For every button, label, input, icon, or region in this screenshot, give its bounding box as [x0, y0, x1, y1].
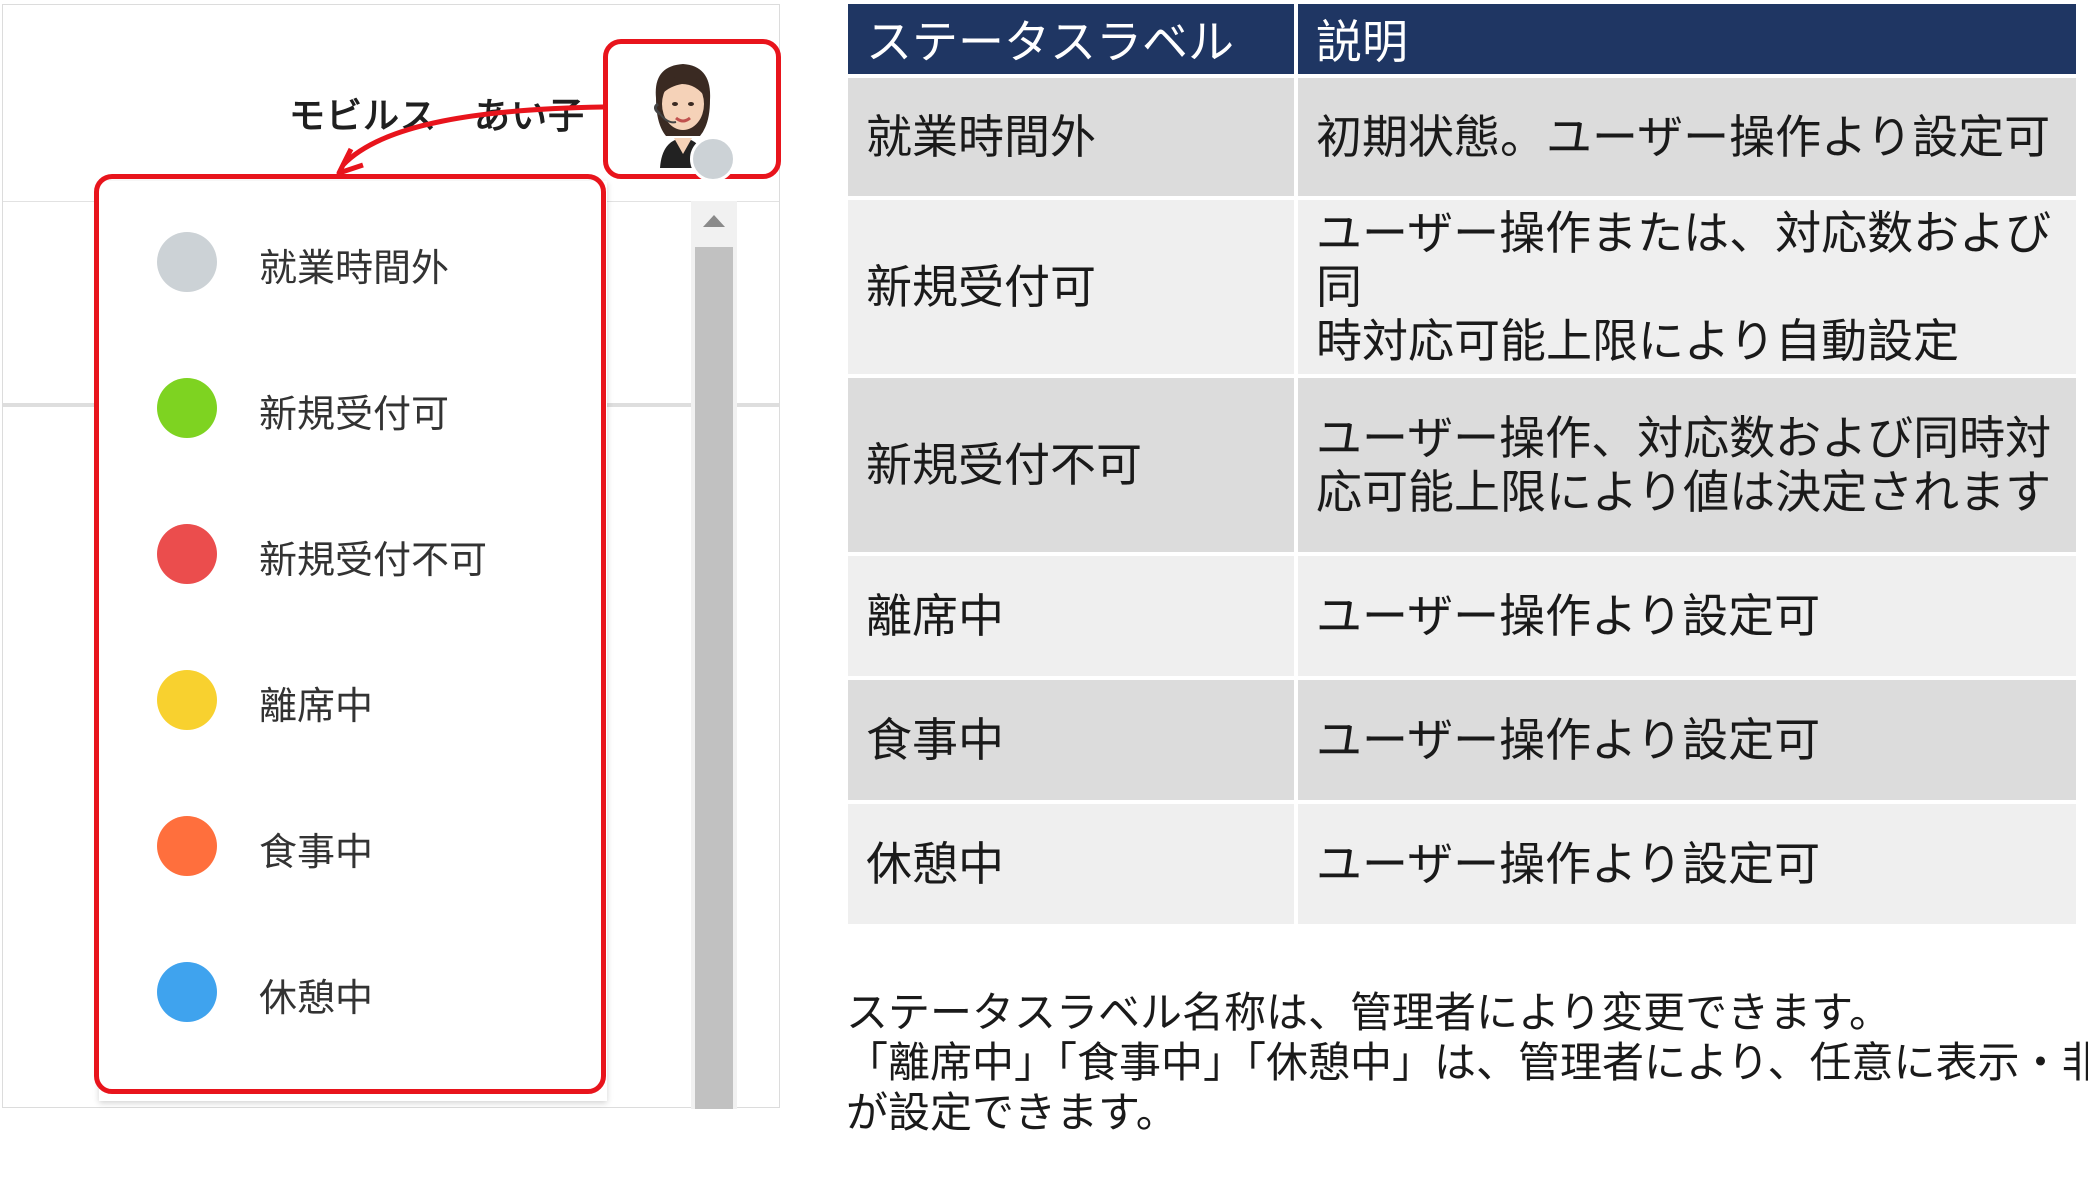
- table-cell-description: ユーザー操作、対応数および同時対 応可能上限により値は決定されます: [1298, 378, 2076, 552]
- table-cell-label: 食事中: [848, 680, 1294, 800]
- dropdown-highlight-box: [94, 174, 606, 1094]
- avatar-highlight-box: [603, 39, 781, 182]
- notes: ステータスラベル名称は、管理者により変更できます。 「離席中」「食事中」「休憩中…: [846, 988, 2088, 1138]
- table-cell-label: 休憩中: [848, 804, 1294, 924]
- table-cell-label: 新規受付不可: [848, 378, 1294, 552]
- table-cell-description: ユーザー操作より設定可: [1298, 804, 2076, 924]
- user-name: モビルス あい子: [289, 96, 586, 137]
- table-cell-label: 離席中: [848, 556, 1294, 676]
- table-cell-description: 初期状態。ユーザー操作より設定可: [1298, 78, 2076, 196]
- table-cell-description: ユーザー操作または、対応数および同 時対応可能上限により自動設定: [1298, 200, 2076, 374]
- table-header-description: 説明: [1298, 4, 2076, 74]
- description-line: 時対応可能上限により自動設定: [1316, 314, 1960, 368]
- description-line: ユーザー操作より設定可: [1316, 589, 1821, 643]
- table-cell-description: ユーザー操作より設定可: [1298, 556, 2076, 676]
- description-line: 応可能上限により値は決定されます: [1316, 465, 2052, 519]
- scroll-thumb[interactable]: [695, 247, 733, 1109]
- table-cell-label: 就業時間外: [848, 78, 1294, 196]
- scroll-up-arrow-icon[interactable]: [703, 215, 725, 227]
- note-line: ステータスラベル名称は、管理者により変更できます。: [846, 988, 1891, 1037]
- description-line: ユーザー操作より設定可: [1316, 713, 1821, 767]
- table-row: 新規受付不可 ユーザー操作、対応数および同時対 応可能上限により値は決定されます: [848, 378, 2076, 552]
- table-cell-label: 新規受付可: [848, 200, 1294, 374]
- table-header-status-label: ステータスラベル: [848, 4, 1294, 74]
- table-row: 就業時間外 初期状態。ユーザー操作より設定可: [848, 78, 2076, 196]
- table-row: 食事中 ユーザー操作より設定可: [848, 680, 2076, 800]
- description-line: ユーザー操作、対応数および同時対: [1316, 411, 2052, 465]
- note-line: 「離席中」「食事中」「休憩中」は、管理者により、任意に表示・非表示: [846, 1038, 2088, 1087]
- avatar-status-dot: [690, 136, 736, 182]
- table-cell-description: ユーザー操作より設定可: [1298, 680, 2076, 800]
- status-label-table: ステータスラベル 説明 就業時間外 初期状態。ユーザー操作より設定可 新規受付可…: [844, 0, 2080, 928]
- table-header-row: ステータスラベル 説明: [848, 4, 2076, 74]
- dropdown-scrollbar[interactable]: [691, 201, 737, 1109]
- note-line: が設定できます。: [846, 1088, 1178, 1137]
- table-row: 新規受付可 ユーザー操作または、対応数および同 時対応可能上限により自動設定: [848, 200, 2076, 374]
- description-line: ユーザー操作より設定可: [1316, 837, 1821, 891]
- table-row: 休憩中 ユーザー操作より設定可: [848, 804, 2076, 924]
- table-row: 離席中 ユーザー操作より設定可: [848, 556, 2076, 676]
- description-line: 初期状態。ユーザー操作より設定可: [1316, 110, 2051, 164]
- description-line: ユーザー操作または、対応数および同: [1316, 206, 2052, 314]
